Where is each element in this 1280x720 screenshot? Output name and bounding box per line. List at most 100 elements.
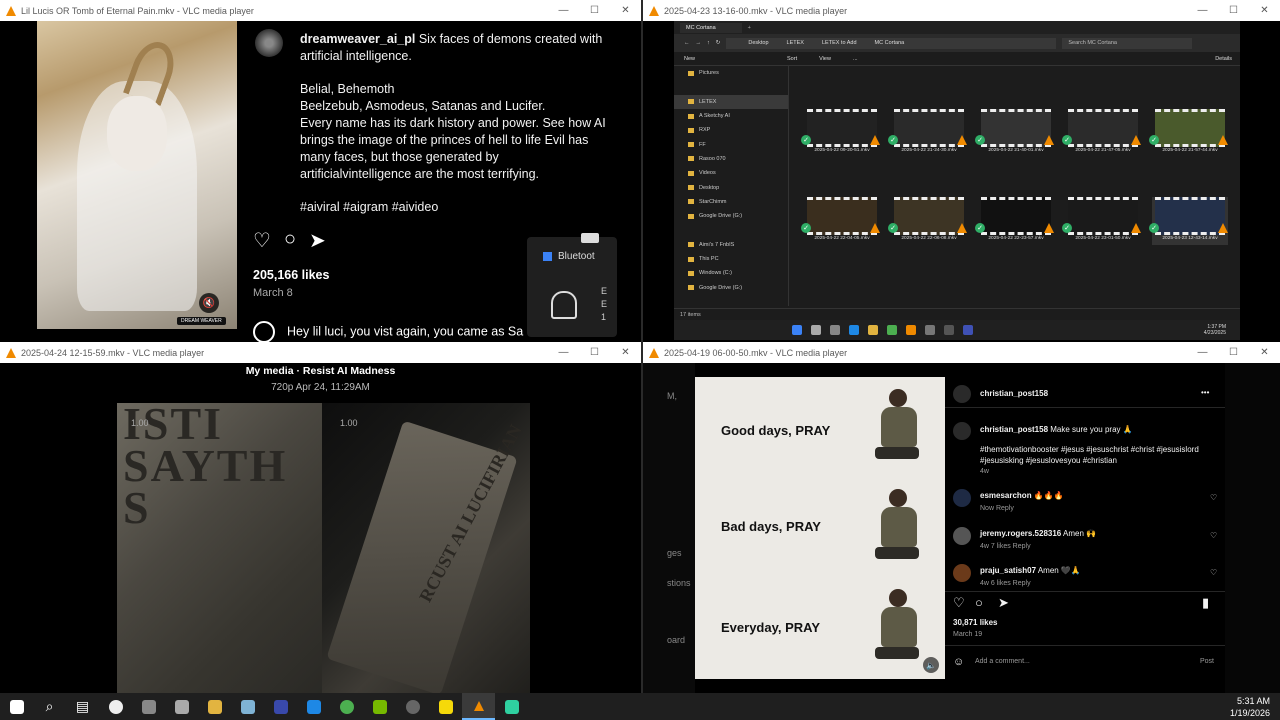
emoji-icon[interactable]: ☺	[953, 656, 964, 668]
nav-item[interactable]: A Sketchy AI	[674, 109, 788, 123]
file-thumb[interactable]: 2025-04-22 09-20-51.mkv ✓	[801, 109, 880, 157]
speaker-icon[interactable]: 🔈	[923, 657, 939, 673]
app-icon[interactable]	[99, 693, 132, 720]
avatar[interactable]	[953, 564, 971, 582]
window-2-titlebar[interactable]: 2025-04-23 13-16-00.mkv - VLC media play…	[643, 0, 1280, 21]
details-button[interactable]: Details	[1215, 56, 1232, 62]
heart-icon[interactable]: ♡	[953, 595, 965, 611]
avatar[interactable]	[953, 527, 971, 545]
view-button[interactable]: View	[819, 56, 831, 62]
new-tab-icon[interactable]: +	[748, 25, 751, 31]
explorer-search[interactable]: Search MC Cortana	[1062, 37, 1193, 49]
app-icon[interactable]	[132, 693, 165, 720]
app-icon[interactable]	[925, 325, 935, 335]
app-icon[interactable]	[963, 325, 973, 335]
crumb-mc-cortana[interactable]: MC Cortana	[875, 40, 905, 46]
share-icon[interactable]: ➤	[309, 228, 326, 253]
close-button[interactable]: ✕	[610, 0, 641, 21]
caption-hashtags[interactable]: #aiviral #aigram #aivideo	[300, 199, 610, 216]
nvidia-icon[interactable]	[363, 693, 396, 720]
add-comment-input[interactable]: Add a comment...	[975, 658, 1030, 665]
bluetooth-tile[interactable]: Bluetoot	[543, 251, 595, 262]
nav-item[interactable]: Windows (C:)	[674, 266, 788, 280]
vlc-window-3[interactable]: 2025-04-24 12-15-59.mkv - VLC media play…	[0, 342, 641, 693]
toggle-icon[interactable]	[581, 233, 599, 243]
caption-username[interactable]: dreamweaver_ai_pl	[300, 32, 415, 46]
nav-item[interactable]: LETEX	[674, 94, 788, 109]
crumb-desktop[interactable]: Desktop	[748, 40, 768, 46]
explorer-icon[interactable]	[198, 693, 231, 720]
app-icon[interactable]	[944, 325, 954, 335]
inner-clock[interactable]: 1:37 PM 4/23/2025	[1204, 324, 1226, 336]
avatar[interactable]	[255, 29, 283, 57]
more-button[interactable]: ...	[853, 56, 858, 62]
maximize-button[interactable]: ☐	[579, 342, 610, 363]
emoji-icon[interactable]	[253, 321, 275, 342]
likes-count[interactable]: 30,871 likes	[953, 618, 997, 627]
crumb-letex[interactable]: LETEX	[787, 40, 804, 46]
notes-icon[interactable]	[429, 693, 462, 720]
bookmark-icon[interactable]: ▮	[1202, 595, 1209, 611]
file-thumb[interactable]: 2025-04-22 21-57-44.mkv ✓	[1149, 109, 1228, 157]
maximize-button[interactable]: ☐	[579, 0, 610, 21]
maximize-button[interactable]: ☐	[1218, 0, 1249, 21]
file-thumb[interactable]: 2025-04-22 21-47-05.mkv ✓	[1062, 109, 1141, 157]
app-icon[interactable]	[231, 693, 264, 720]
minimize-button[interactable]: —	[1187, 342, 1218, 363]
file-thumb[interactable]: 2025-04-22 22-04-05.mkv ✓	[801, 197, 880, 245]
bell-icon[interactable]	[551, 291, 577, 319]
taskview-icon[interactable]	[830, 325, 840, 335]
sort-button[interactable]: Sort	[787, 56, 797, 62]
quick-settings-popup[interactable]: Bluetoot E E 1	[527, 233, 617, 337]
taskview-icon[interactable]: ▤	[66, 693, 99, 720]
app-icon[interactable]	[264, 693, 297, 720]
start-icon[interactable]	[0, 693, 33, 720]
share-icon[interactable]: ➤	[998, 595, 1009, 611]
comment-input[interactable]: Hey lil luci, you vist again, you came a…	[253, 321, 523, 342]
avatar[interactable]	[953, 385, 971, 403]
comment-1-meta[interactable]: Now Reply	[980, 505, 1014, 512]
up-icon[interactable]: ↑	[707, 40, 710, 46]
more-options-icon[interactable]: •••	[1201, 388, 1209, 397]
hashtags-2[interactable]: #jesusisking #jesuslovesyou #christian	[980, 456, 1117, 465]
file-thumb[interactable]: 2025-04-22 22-23-57.mkv ✓	[975, 197, 1054, 245]
nav-item[interactable]: Videos	[674, 166, 788, 180]
crumb-letex-to-add[interactable]: LETEX to Add	[822, 40, 857, 46]
chrome-icon[interactable]	[887, 325, 897, 335]
nav-item[interactable]: StarChimm	[674, 195, 788, 209]
clock[interactable]: 5:31 AM 1/19/2026	[1230, 695, 1270, 719]
heart-icon[interactable]: ♡	[1210, 568, 1217, 577]
nav-item[interactable]: This PC	[674, 252, 788, 266]
file-thumb[interactable]: 2025-04-22 23-01-50.mkv ✓	[1062, 197, 1141, 245]
nav-item[interactable]: RXP	[674, 123, 788, 137]
explorer-tab[interactable]: MC Cortana	[680, 22, 742, 33]
minimize-button[interactable]: —	[548, 342, 579, 363]
nav-item[interactable]: Pictures	[674, 66, 788, 80]
file-thumb[interactable]: 2025-04-23 12-43-14.mkv ✓	[1149, 197, 1228, 245]
search-icon[interactable]	[811, 325, 821, 335]
nav-item[interactable]: Rasoo 070	[674, 152, 788, 166]
nav-item[interactable]: FF	[674, 137, 788, 151]
nav-item[interactable]: Aimi's 7 FnbIS	[674, 238, 788, 252]
comment-icon[interactable]: ○	[975, 595, 983, 610]
window-3-titlebar[interactable]: 2025-04-24 12-15-59.mkv - VLC media play…	[0, 342, 641, 363]
file-explorer[interactable]: MC Cortana + ← → ↑ ↻ Desktop LETEX LETEX…	[674, 21, 1240, 320]
nav-item[interactable]: Desktop	[674, 180, 788, 194]
app-icon[interactable]	[396, 693, 429, 720]
post-owner[interactable]: christian_post158	[980, 389, 1048, 398]
comment-3-meta[interactable]: 4w 6 likes Reply	[980, 580, 1031, 587]
heart-icon[interactable]: ♡	[253, 228, 271, 253]
heart-icon[interactable]: ♡	[1210, 493, 1217, 502]
minimize-button[interactable]: —	[1187, 0, 1218, 21]
app-icon[interactable]	[165, 693, 198, 720]
likes-count[interactable]: 205,166 likes	[253, 268, 329, 282]
start-icon[interactable]	[792, 325, 802, 335]
post-button[interactable]: Post	[1200, 658, 1214, 665]
file-thumb[interactable]: 2025-04-22 22-06-08.mkv ✓	[888, 197, 967, 245]
mute-icon[interactable]: 🔇	[199, 293, 219, 313]
back-icon[interactable]: ←	[684, 40, 690, 46]
comment-icon[interactable]: ○	[284, 228, 296, 253]
nav-item[interactable]: Google Drive (G:)	[674, 209, 788, 223]
heart-icon[interactable]: ♡	[1210, 531, 1217, 540]
breadcrumb[interactable]: Desktop LETEX LETEX to Add MC Cortana	[726, 37, 1057, 49]
